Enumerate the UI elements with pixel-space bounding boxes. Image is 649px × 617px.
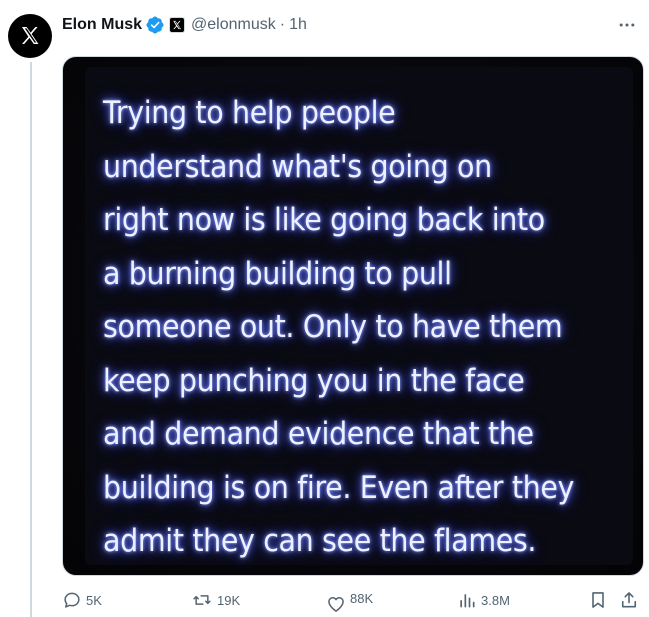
affiliate-x-icon[interactable] [169,17,186,33]
reply-count: 5K [86,592,102,608]
image-text-line: building is on fire. Even after they [103,469,575,506]
image-text-line: understand what's going on [103,148,492,185]
author-handle[interactable]: @elonmusk [191,16,276,34]
image-text-line: keep punching you in the face [103,362,525,399]
share-icon [621,592,637,608]
image-text-line: right now is like going back into [103,202,545,238]
verified-badge-icon[interactable] [146,16,164,34]
heart-icon [328,597,344,612]
bookmark-button[interactable] [588,590,608,610]
post-image[interactable]: Trying to help people understand what's … [62,56,644,576]
image-text-line: someone out. Only to have them [103,309,563,345]
image-text: Trying to help people understand what's … [103,87,600,569]
thread-line [30,62,32,617]
view-count: 3.8M [481,592,510,608]
action-bar: 5K 19K 88K 3.8M [62,590,639,614]
post-time[interactable]: 1h [289,16,307,34]
image-text-line: Trying to help people [103,95,396,131]
image-text-line: and demand evidence that the [103,416,534,452]
avatar[interactable] [8,14,52,58]
repost-count: 19K [217,592,241,608]
image-text-line: admit they can see the flames. [103,523,537,559]
image-text-line: a burning building to pull [103,255,452,292]
bookmark-icon [592,592,604,608]
share-button[interactable] [619,590,639,610]
views-button[interactable]: 3.8M [457,590,510,610]
reply-button[interactable]: 5K [62,590,102,610]
reply-icon [64,592,80,608]
repost-button[interactable]: 19K [191,590,240,610]
separator-dot: · [279,16,286,33]
repost-icon [193,595,211,605]
more-options-icon[interactable] [615,14,639,36]
analytics-icon [460,594,475,608]
like-button[interactable]: 88K [326,587,373,615]
tweet-header: Elon Musk @elonmusk · 1h [62,14,637,36]
like-count: 88K [350,590,374,606]
tweet: Elon Musk @elonmusk · 1h Trying to help … [0,0,649,617]
author-name[interactable]: Elon Musk [62,16,142,34]
x-logo-icon [22,27,39,44]
